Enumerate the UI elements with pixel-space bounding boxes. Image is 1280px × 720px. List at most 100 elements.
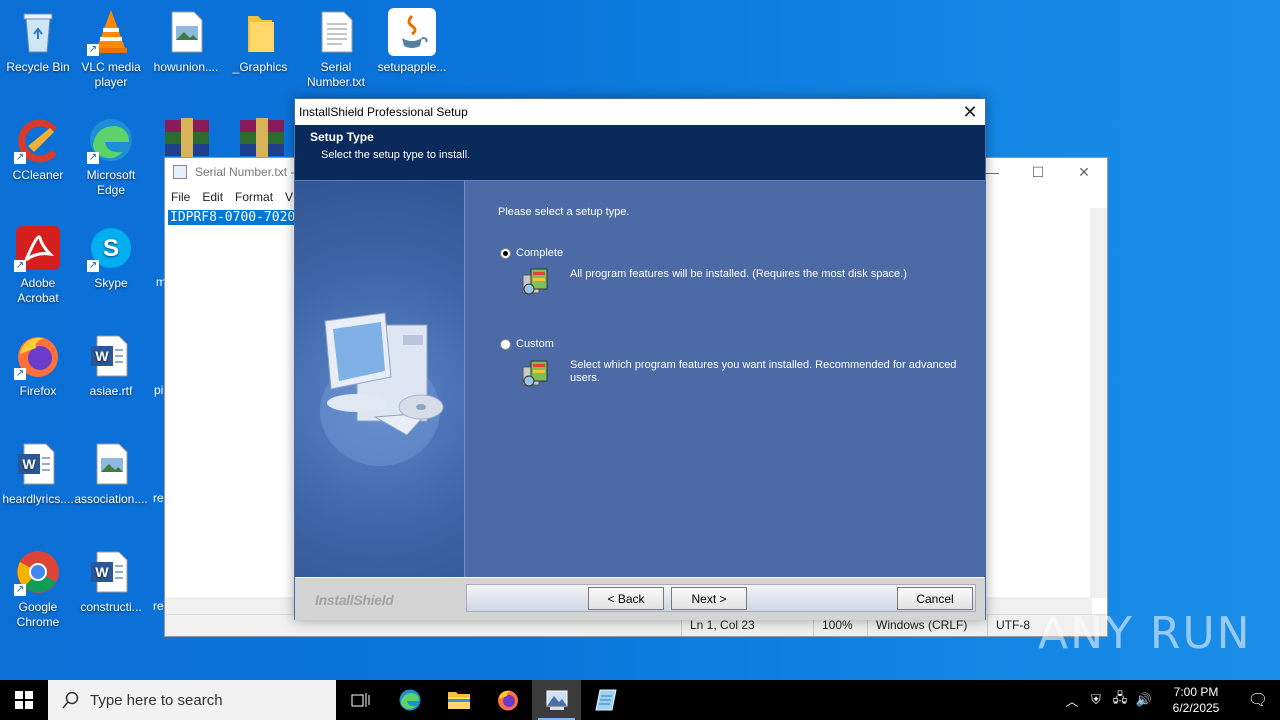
desktop-icon-asiae[interactable]: W asiae.rtf [73,326,149,399]
desktop-icon-label: Microsoft Edge [86,168,136,197]
java-icon [388,8,436,56]
installshield-logo: InstallShield [315,592,394,608]
desktop-icon-adobe-acrobat[interactable]: Adobe Acrobat [0,218,76,306]
desktop-icon-ccleaner[interactable]: CCleaner [0,110,76,183]
notepad-selected-text[interactable]: IDPRF8-0700-7020 [168,210,298,225]
svg-text:W: W [95,564,109,580]
firefox-icon [14,332,62,380]
dialog-titlebar[interactable]: InstallShield Professional Setup ✕ [295,99,985,125]
setup-package-icon [522,268,548,295]
desktop-icon-skype[interactable]: S Skype [73,218,149,291]
next-button[interactable]: Next > [671,587,747,610]
dialog-footer: InstallShield < Back Next > Cancel [295,577,985,620]
taskbar-notepad[interactable] [581,680,630,720]
chrome-icon [14,548,62,596]
vlc-icon [87,8,135,56]
svg-text:W: W [95,348,109,364]
menu-format[interactable]: Format [235,190,273,204]
skype-icon: S [87,224,135,272]
desktop-icon-label: constructi... [80,600,142,614]
taskbar-search-box[interactable]: Type here to search [48,680,336,720]
folder-icon [447,692,470,709]
winrar-icon[interactable] [163,118,211,158]
maximize-icon[interactable]: ☐ [1015,158,1061,186]
winrar-icon[interactable] [238,118,286,158]
dialog-title: InstallShield Professional Setup [299,105,468,119]
clock-time: 7:00 PM [1173,685,1219,699]
desktop-icon-label: setupapple... [377,60,447,74]
computer-illustration-icon [320,312,444,466]
close-icon[interactable]: ✕ [955,99,985,125]
clock[interactable]: 7:00 PM 6/2/2025 [1156,684,1236,716]
cancel-button[interactable]: Cancel [897,587,973,610]
menu-file[interactable]: File [171,190,190,204]
svg-text:S: S [103,235,119,262]
firefox-icon [497,690,518,711]
desktop-icon-serial-number[interactable]: Serial Number.txt [298,2,374,90]
volume-icon[interactable]: 🔊 [1132,692,1156,708]
menu-edit[interactable]: Edit [202,190,223,204]
word-doc-icon: W [87,548,135,596]
chevron-up-icon[interactable]: ︿ [1060,691,1084,710]
button-bar: < Back Next > Cancel [466,584,976,612]
desktop-icon-label: howunion.... [153,60,219,74]
task-view-button[interactable] [336,680,385,720]
taskbar-firefox[interactable] [483,680,532,720]
option-custom-label[interactable]: Custom [516,338,554,350]
edge-icon [87,116,135,164]
taskbar: Type here to search ︿ ⛨ 🖧 🔊 7:00 PM 6/2/… [0,680,1280,720]
folder-icon [236,8,284,56]
image-file-icon [87,440,135,488]
recycle-bin-icon [14,8,62,56]
network-icon[interactable]: 🖧 [1108,689,1132,711]
desktop-icon-label: Firefox [19,384,57,398]
desktop-icon-label: Adobe Acrobat [17,276,59,305]
desktop-icon-recycle-bin[interactable]: Recycle Bin [0,2,76,75]
desktop-icon-label: Google Chrome [16,600,60,629]
installer-dialog[interactable]: InstallShield Professional Setup ✕ Setup… [294,98,986,620]
taskbar-installer[interactable] [532,680,581,720]
desktop-icon-vlc[interactable]: VLC media player [73,2,149,90]
notification-icon[interactable]: 🗨 [1236,690,1280,710]
desktop-icon-google-chrome[interactable]: Google Chrome [0,542,76,630]
radio-complete[interactable] [500,247,511,259]
desktop-icon-howunion[interactable]: howunion.... [148,2,224,75]
option-custom[interactable]: Custom [500,338,554,350]
desktop-icon-constructi[interactable]: W constructi... [73,542,149,615]
option-complete[interactable]: Complete [500,247,563,259]
desktop-icon-label: Recycle Bin [6,60,70,74]
option-custom-description: Select which program features you want i… [570,359,957,384]
desktop-icon-setupapple[interactable]: setupapple... [374,2,450,75]
security-icon[interactable]: ⛨ [1084,692,1108,708]
image-file-icon [162,8,210,56]
desktop-icon-microsoft-edge[interactable]: Microsoft Edge [73,110,149,198]
desktop-icon-graphics[interactable]: _Graphics [222,2,298,75]
setup-package-icon [522,360,548,387]
svg-text:W: W [22,456,36,472]
start-button[interactable] [0,680,48,720]
windows-logo-icon [15,691,33,709]
back-button[interactable]: < Back [588,587,664,610]
taskbar-edge[interactable] [385,680,434,720]
installer-icon [546,690,567,710]
header-title: Setup Type [310,130,374,144]
search-placeholder: Type here to search [90,691,223,709]
option-complete-label[interactable]: Complete [516,247,563,259]
radio-custom[interactable] [500,338,511,350]
desktop-icon-label: association.... [74,492,148,506]
menu-view[interactable]: V [285,190,293,204]
notepad-icon [594,689,617,711]
search-icon [62,691,79,709]
desktop-icon-association[interactable]: association.... [73,434,149,507]
desktop-icon-label: _Graphics [232,60,288,74]
task-view-icon [351,693,369,707]
taskbar-file-explorer[interactable] [434,680,483,720]
desktop-icon-label: Skype [94,276,128,290]
desktop-icon-firefox[interactable]: Firefox [0,326,76,399]
close-icon[interactable]: ✕ [1061,158,1107,186]
partial-icon-label: pi [154,383,164,397]
vertical-scrollbar[interactable] [1090,208,1107,598]
edge-icon [399,689,420,711]
desktop-icon-heardlyrics[interactable]: W heardlyrics.... [0,434,76,507]
desktop-icon-label: CCleaner [12,168,64,182]
